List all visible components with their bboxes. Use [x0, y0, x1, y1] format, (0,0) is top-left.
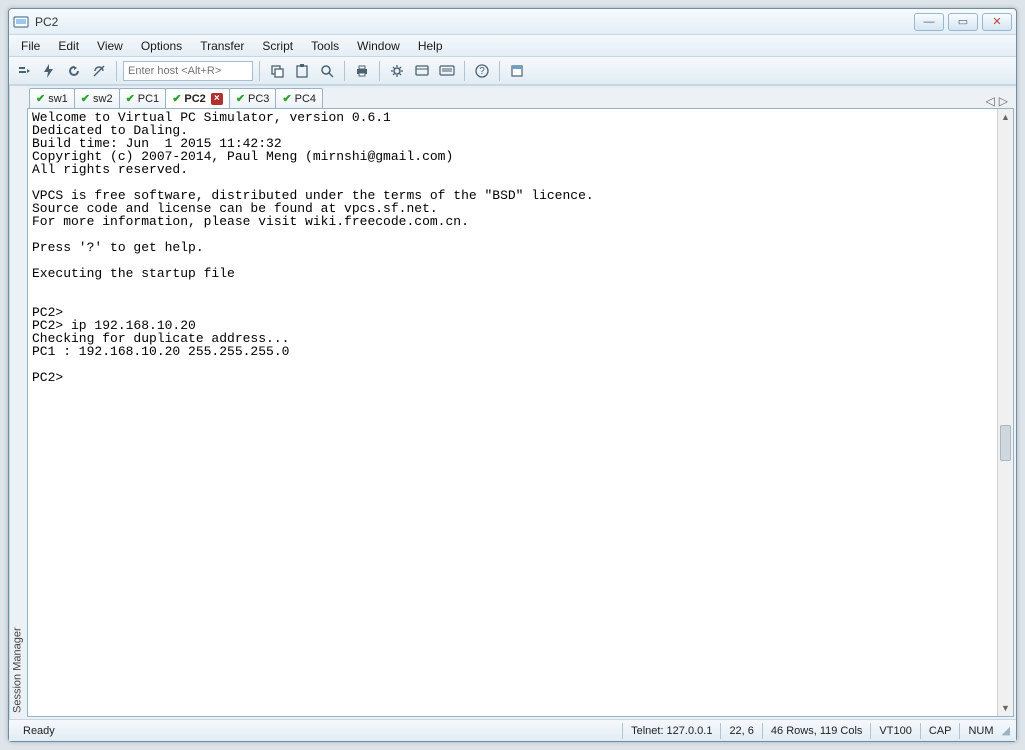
- menu-bar: File Edit View Options Transfer Script T…: [9, 35, 1016, 57]
- scroll-up-arrow-icon[interactable]: ▲: [998, 109, 1013, 125]
- vertical-scrollbar[interactable]: ▲ ▼: [997, 109, 1013, 716]
- separator: [344, 61, 345, 81]
- scroll-down-arrow-icon[interactable]: ▼: [998, 700, 1013, 716]
- menu-file[interactable]: File: [13, 37, 48, 55]
- window-controls: — ▭ ✕: [914, 13, 1012, 31]
- menu-help[interactable]: Help: [410, 37, 451, 55]
- maximize-button[interactable]: ▭: [948, 13, 978, 31]
- close-button[interactable]: ✕: [982, 13, 1012, 31]
- status-cursor-pos: 22, 6: [721, 725, 761, 737]
- scroll-track[interactable]: [998, 125, 1013, 700]
- lightning-icon[interactable]: [38, 60, 60, 82]
- tab-pc1[interactable]: ✔PC1: [119, 88, 167, 108]
- menu-view[interactable]: View: [89, 37, 131, 55]
- resize-grip-icon[interactable]: ◢: [1002, 724, 1010, 737]
- check-icon: ✔: [172, 92, 181, 105]
- close-tab-icon[interactable]: ×: [211, 93, 223, 105]
- status-term: VT100: [871, 725, 919, 737]
- svg-text:?: ?: [479, 66, 485, 77]
- toolbar: ?: [9, 57, 1016, 85]
- tab-sw2[interactable]: ✔sw2: [74, 88, 120, 108]
- window-title: PC2: [35, 15, 914, 29]
- separator: [499, 61, 500, 81]
- status-cap: CAP: [921, 725, 960, 737]
- menu-options[interactable]: Options: [133, 37, 190, 55]
- separator: [116, 61, 117, 81]
- status-telnet: Telnet: 127.0.0.1: [623, 725, 720, 737]
- menu-edit[interactable]: Edit: [50, 37, 87, 55]
- help-icon[interactable]: ?: [471, 60, 493, 82]
- separator: [379, 61, 380, 81]
- find-icon[interactable]: [316, 60, 338, 82]
- status-bar: Ready Telnet: 127.0.0.1 22, 6 46 Rows, 1…: [9, 719, 1016, 741]
- status-ready: Ready: [15, 725, 63, 737]
- session-manager-sidebar[interactable]: Session Manager: [9, 86, 25, 719]
- tab-pc3[interactable]: ✔PC3: [229, 88, 277, 108]
- check-icon: ✔: [282, 92, 291, 105]
- print-icon[interactable]: [351, 60, 373, 82]
- check-icon: ✔: [236, 92, 245, 105]
- copy-icon[interactable]: [266, 60, 288, 82]
- check-icon: ✔: [36, 92, 45, 105]
- tabs: ✔sw1 ✔sw2 ✔PC1 ✔PC2× ✔PC3 ✔PC4: [29, 88, 322, 108]
- paste-icon[interactable]: [291, 60, 313, 82]
- tab-pc4[interactable]: ✔PC4: [275, 88, 323, 108]
- tab-pc2[interactable]: ✔PC2×: [165, 88, 230, 108]
- script-icon[interactable]: [506, 60, 528, 82]
- check-icon: ✔: [81, 92, 90, 105]
- status-num: NUM: [960, 725, 1001, 737]
- quick-connect-icon[interactable]: [13, 60, 35, 82]
- tab-nav: ◁ ▷: [982, 94, 1012, 108]
- separator: [464, 61, 465, 81]
- tab-scroll-left[interactable]: ◁: [986, 94, 995, 108]
- status-size: 46 Rows, 119 Cols: [763, 725, 871, 737]
- separator: [259, 61, 260, 81]
- tab-scroll-right[interactable]: ▷: [999, 94, 1008, 108]
- tab-bar: ✔sw1 ✔sw2 ✔PC1 ✔PC2× ✔PC3 ✔PC4 ◁ ▷: [25, 86, 1016, 108]
- terminal[interactable]: Welcome to Virtual PC Simulator, version…: [28, 109, 997, 716]
- sessions-icon[interactable]: [411, 60, 433, 82]
- keyboard-icon[interactable]: [436, 60, 458, 82]
- host-input[interactable]: [123, 61, 253, 81]
- check-icon: ✔: [126, 92, 135, 105]
- disconnect-icon[interactable]: [88, 60, 110, 82]
- reconnect-icon[interactable]: [63, 60, 85, 82]
- menu-script[interactable]: Script: [254, 37, 301, 55]
- menu-window[interactable]: Window: [349, 37, 408, 55]
- app-icon: [13, 14, 29, 30]
- menu-transfer[interactable]: Transfer: [192, 37, 252, 55]
- minimize-button[interactable]: —: [914, 13, 944, 31]
- terminal-wrap: Welcome to Virtual PC Simulator, version…: [27, 108, 1014, 717]
- settings-icon[interactable]: [386, 60, 408, 82]
- menu-tools[interactable]: Tools: [303, 37, 347, 55]
- app-window: PC2 — ▭ ✕ File Edit View Options Transfe…: [8, 8, 1017, 742]
- scroll-thumb[interactable]: [1000, 425, 1011, 461]
- title-bar[interactable]: PC2 — ▭ ✕: [9, 9, 1016, 35]
- tab-sw1[interactable]: ✔sw1: [29, 88, 75, 108]
